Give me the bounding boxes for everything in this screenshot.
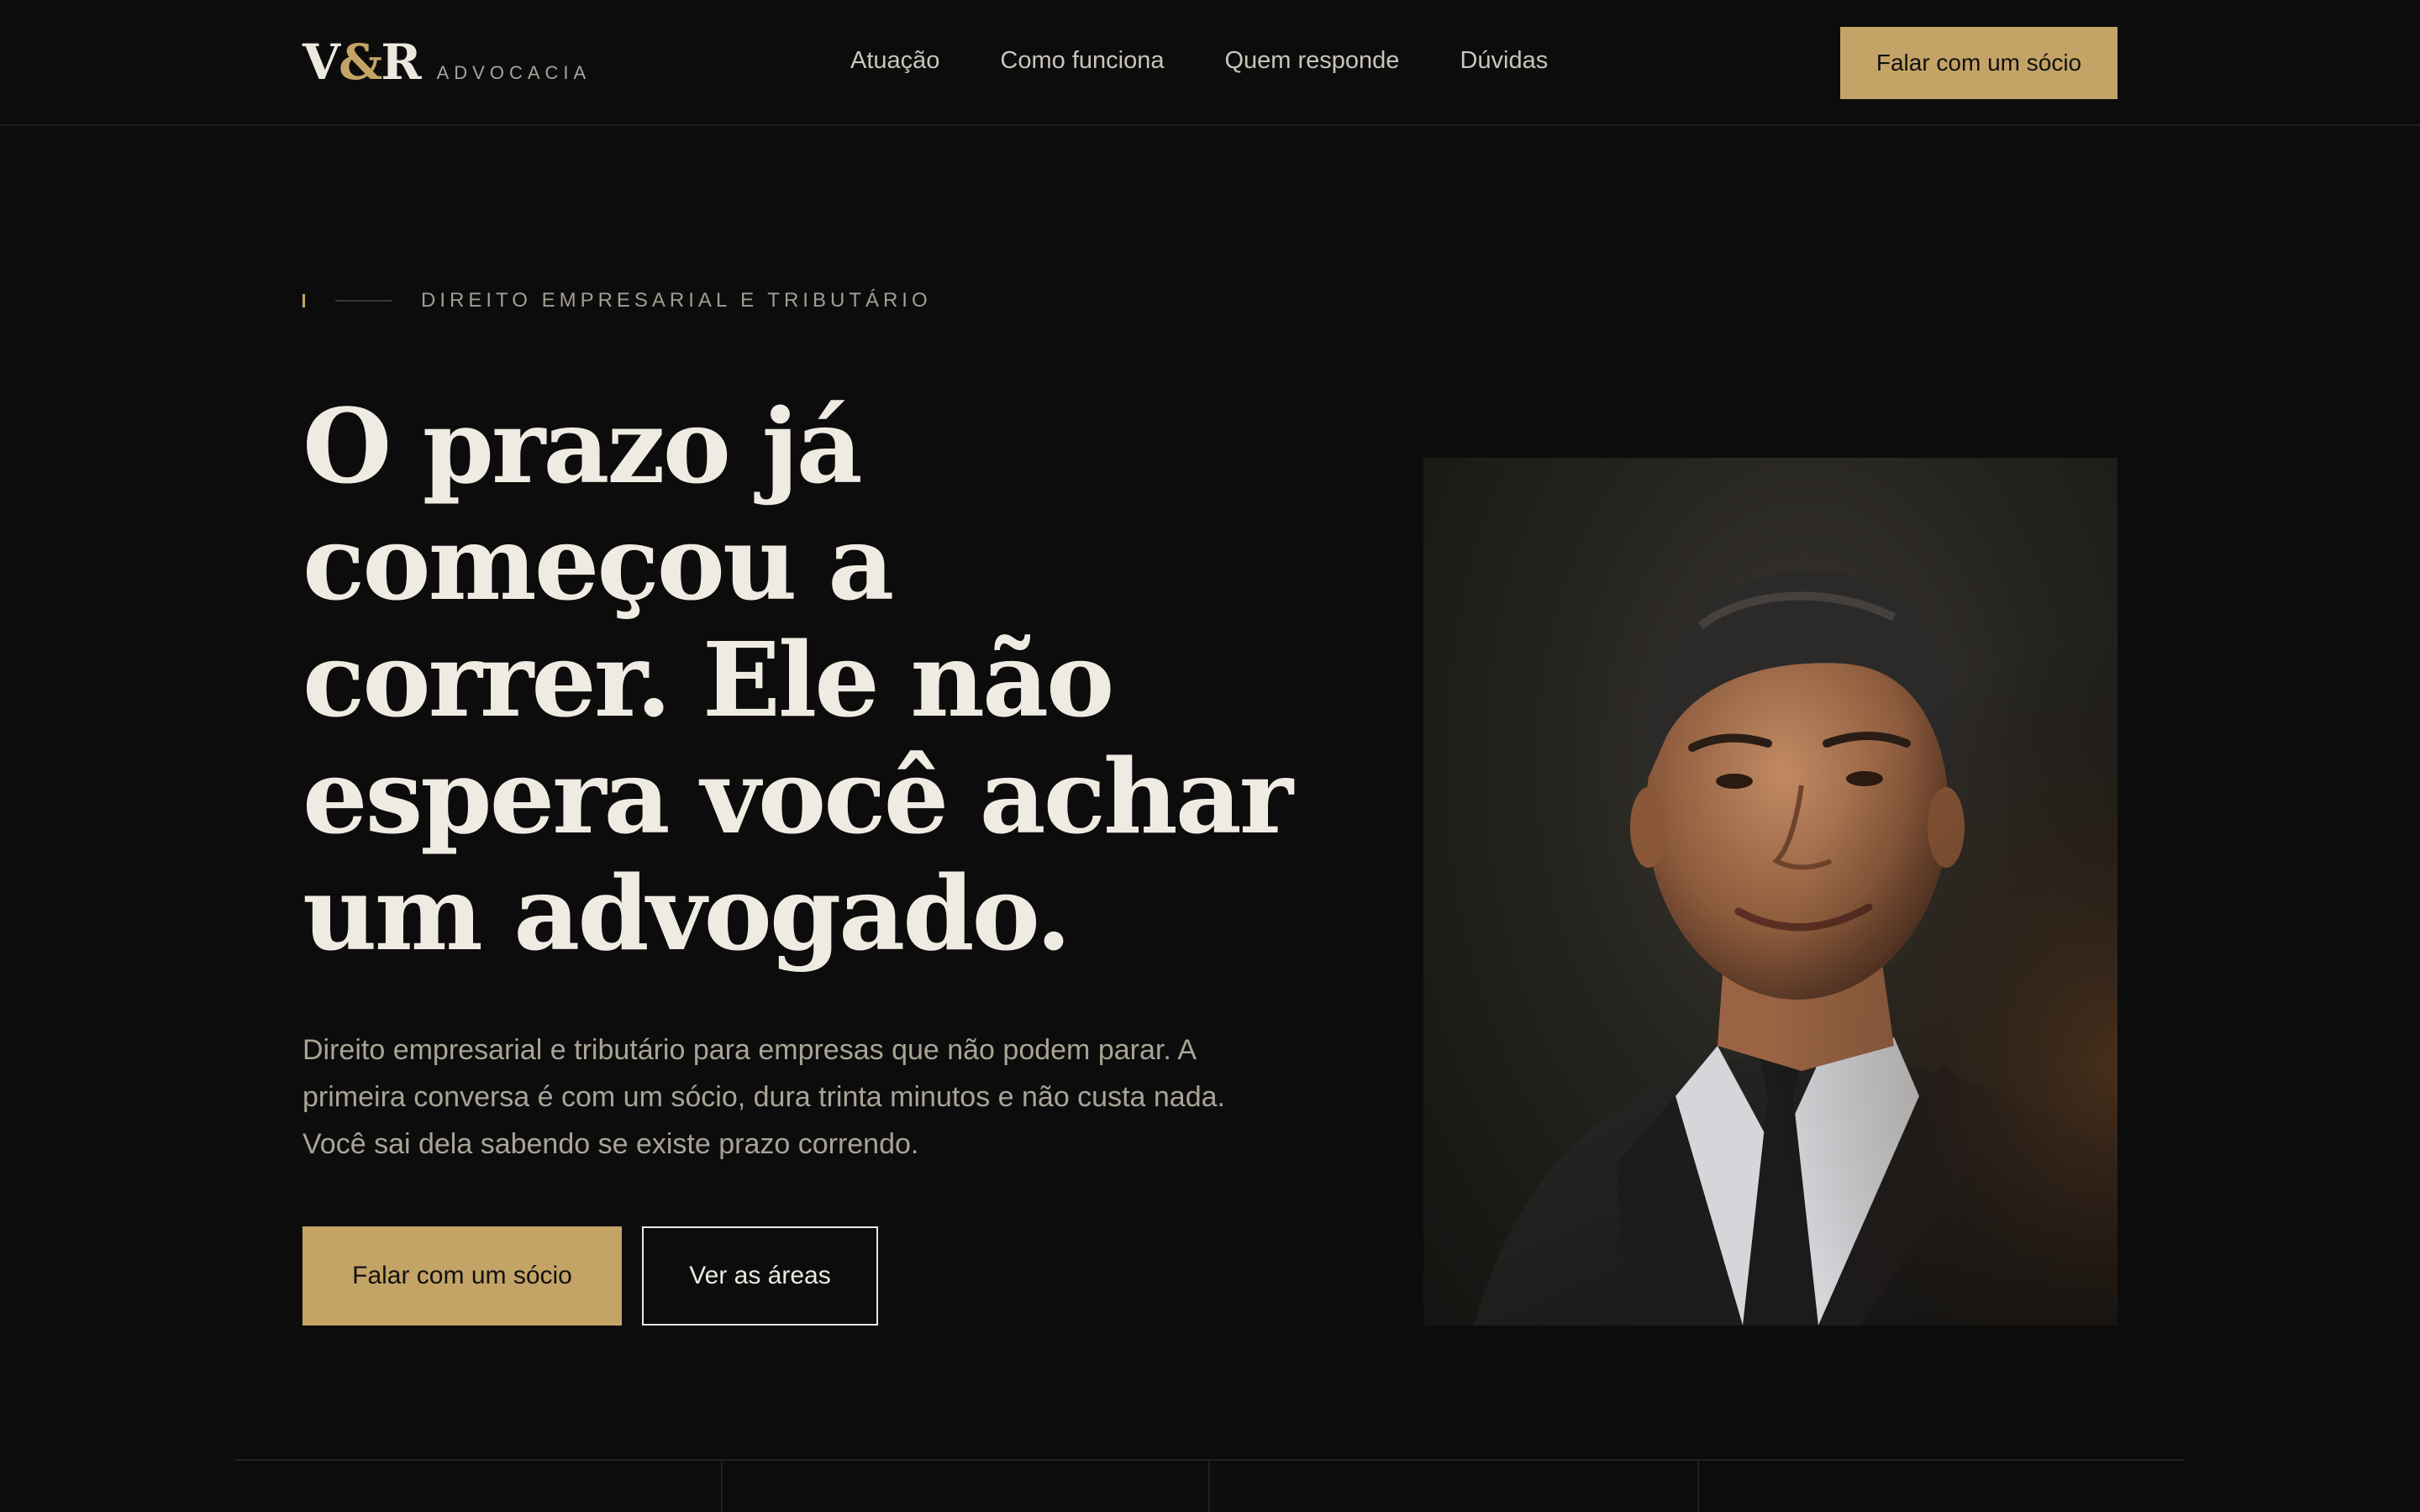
column-divider — [1208, 1461, 1210, 1512]
hero-contact-button[interactable]: Falar com um sócio — [302, 1226, 622, 1326]
logo-subtitle: ADVOCACIA — [436, 62, 592, 83]
headline-line: O prazo já — [302, 386, 863, 507]
hero-headline: O prazo já começou a correr. Ele não esp… — [302, 388, 1311, 972]
column-divider — [721, 1461, 723, 1512]
landing-page: V&R ADVOCACIA Atuação Como funciona Quem… — [0, 0, 2420, 1512]
lead-line: primeira conversa é com um sócio, dura t… — [302, 1081, 1225, 1113]
header-contact-button[interactable]: Falar com um sócio — [1840, 27, 2118, 99]
brand-logo[interactable]: V&R ADVOCACIA — [302, 34, 591, 91]
headline-line: espera você achar — [302, 736, 1293, 857]
eyebrow-line-decoration — [335, 300, 392, 302]
lead-line: Você sai dela sabendo se existe prazo co… — [302, 1128, 919, 1160]
nav-link-atuacao[interactable]: Atuação — [850, 47, 939, 75]
site-header: V&R ADVOCACIA Atuação Como funciona Quem… — [0, 0, 2420, 126]
eyebrow-text: DIREITO EMPRESARIAL E TRIBUTÁRIO — [421, 289, 932, 312]
logo-mark: V&R — [302, 34, 422, 91]
nav-link-como-funciona[interactable]: Como funciona — [1000, 47, 1164, 75]
headline-line: correr. Ele não — [302, 619, 1114, 740]
nav-link-duvidas[interactable]: Dúvidas — [1460, 47, 1548, 75]
nav-link-quem-responde[interactable]: Quem responde — [1224, 47, 1399, 75]
portrait-illustration — [1423, 458, 2118, 1326]
lead-line: Direito empresarial e tributário para em… — [302, 1034, 1197, 1066]
headline-line: um advogado. — [302, 853, 1071, 974]
hero-eyebrow: DIREITO EMPRESARIAL E TRIBUTÁRIO — [302, 289, 932, 312]
hero-lead-paragraph: Direito empresarial e tributário para em… — [302, 1026, 1260, 1168]
headline-line: começou a — [302, 502, 894, 623]
partner-portrait-photo — [1423, 458, 2118, 1326]
view-areas-button[interactable]: Ver as áreas — [642, 1226, 878, 1326]
column-divider — [1697, 1461, 1699, 1512]
main-nav: Atuação Como funciona Quem responde Dúvi… — [850, 47, 1548, 75]
section-divider — [235, 1459, 2185, 1461]
eyebrow-tick-decoration — [302, 294, 305, 307]
